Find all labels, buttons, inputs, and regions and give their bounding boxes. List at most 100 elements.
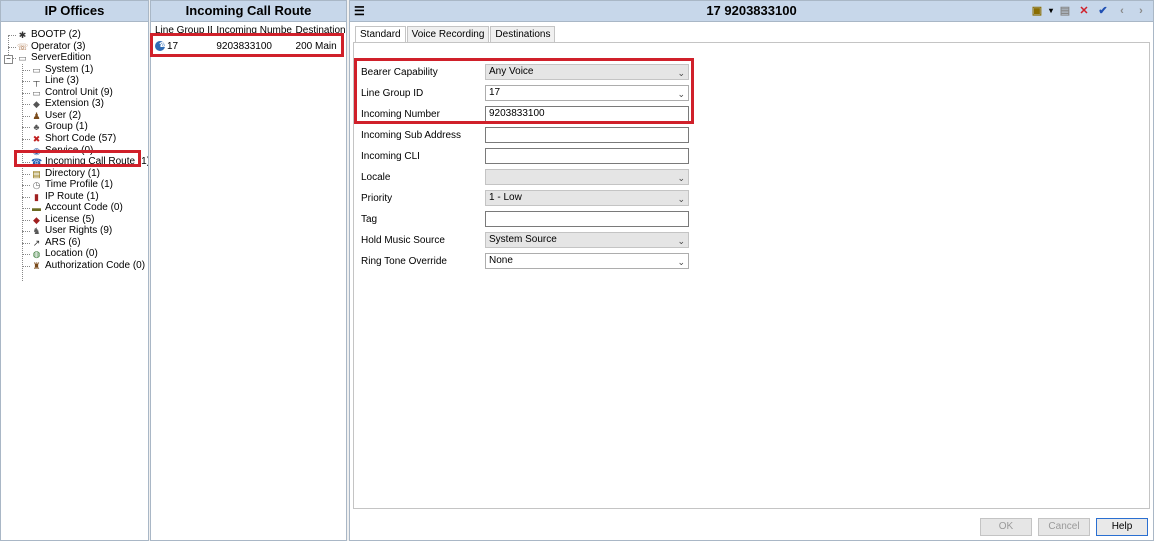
tree-item-control-unit[interactable]: ▭ Control Unit (9) (31, 87, 113, 99)
tree-connector (22, 254, 30, 256)
export-icon[interactable]: ▤ (1057, 3, 1073, 19)
cancel-button[interactable]: Cancel (1038, 518, 1090, 536)
tree-item-label: Authorization Code (0) (45, 260, 146, 271)
field-row-locale: Locale ⌄ (361, 168, 691, 186)
column-header-incoming-number[interactable]: Incoming Number (212, 25, 291, 37)
ars-icon: ↗ (32, 237, 41, 248)
previous-icon[interactable]: ‹ (1114, 3, 1130, 19)
column-header-destination[interactable]: Destination (292, 25, 346, 37)
tree-item-location[interactable]: ◍ Location (0) (31, 248, 98, 260)
tree-item-label: ServerEdition (31, 52, 92, 64)
tree-item-time-profile[interactable]: ◷ Time Profile (1) (31, 179, 113, 191)
ip-offices-pane: IP Offices ✱ BOOTP (2) ☏ Operator (3) ▭ Serve… (0, 0, 149, 541)
tab-voice-recording[interactable]: Voice Recording (406, 26, 490, 43)
standard-form: Bearer Capability Any Voice ⌄ Line Group ID… (353, 42, 1150, 509)
details-title: 17 9203833100 (706, 3, 797, 18)
ring-tone-override-value: None (489, 255, 513, 266)
priority-select[interactable]: 1 - Low ⌄ (485, 190, 689, 206)
line-group-id-value: 17 (489, 87, 501, 98)
field-row-incoming-cli: Incoming CLI (361, 147, 691, 165)
tree-item-label: Location (0) (45, 248, 98, 260)
incoming-cli-input[interactable] (485, 148, 689, 164)
locale-label: Locale (361, 171, 391, 183)
delete-icon[interactable]: ✕ (1076, 3, 1092, 19)
chevron-down-icon[interactable]: ⌄ (677, 234, 685, 248)
hold-music-source-select[interactable]: System Source ⌄ (485, 232, 689, 248)
field-row-incoming-number: Incoming Number 9203833100 (361, 105, 691, 123)
line-group-id-select[interactable]: 17 ⌄ (485, 85, 689, 101)
locale-select[interactable]: ⌄ (485, 169, 689, 185)
dropdown-arrow-icon[interactable]: ▾ (1048, 3, 1054, 19)
user-icon: ♟ (32, 110, 41, 121)
tree-item-label: User Rights (9) (45, 225, 113, 237)
tree-item-ip-route[interactable]: ▮ IP Route (1) (31, 191, 99, 203)
incoming-number-label: Incoming Number (361, 108, 440, 120)
help-button[interactable]: Help (1096, 518, 1148, 536)
tree-item-group[interactable]: ♣ Group (1) (31, 121, 88, 133)
collapse-icon[interactable]: − (4, 55, 13, 64)
tree-item-incoming-call-route[interactable]: ☎ Incoming Call Route (1) (31, 156, 148, 168)
tree-item-extension[interactable]: ◆ Extension (3) (31, 98, 104, 110)
tree-item-user[interactable]: ♟ User (2) (31, 110, 81, 122)
tree-connector (8, 35, 16, 36)
tree-item-line[interactable]: ┬ Line (3) (31, 75, 79, 87)
field-row-priority: Priority 1 - Low ⌄ (361, 189, 691, 207)
field-row-tag: Tag (361, 210, 691, 228)
tree-item-label: Extension (3) (45, 98, 104, 110)
next-icon[interactable]: › (1133, 3, 1149, 19)
tree-item-license[interactable]: ◆ License (5) (31, 214, 94, 226)
tree-item-user-rights[interactable]: ♞ User Rights (9) (31, 225, 112, 237)
incoming-sub-address-input[interactable] (485, 127, 689, 143)
chevron-down-icon[interactable]: ⌄ (677, 171, 685, 185)
chevron-down-icon[interactable]: ⌄ (677, 66, 685, 80)
incoming-number-value: 9203833100 (489, 108, 545, 119)
tree-connector (22, 64, 23, 281)
tree-item-account-code[interactable]: ▬ Account Code (0) (31, 202, 123, 214)
field-row-line-group-id: Line Group ID 17 ⌄ (361, 84, 691, 102)
tree-item-label: Directory (1) (45, 167, 101, 179)
ok-button[interactable]: OK (980, 518, 1032, 536)
tree-connector (22, 150, 30, 152)
tree-item-system[interactable]: ▭ System (1) (31, 64, 93, 76)
tree-item-label: License (5) (45, 213, 95, 225)
tree-connector (22, 115, 30, 117)
tree-connector (22, 185, 30, 187)
tree-item-directory[interactable]: ▤ Directory (1) (31, 168, 100, 180)
tree-item-operator[interactable]: ☏ Operator (3) (17, 41, 85, 53)
validate-icon[interactable]: ✔ (1095, 3, 1111, 19)
list-row[interactable]: ☎ 17 9203833100 200 Main (151, 39, 346, 53)
tree-item-short-code[interactable]: ✖ Short Code (57) (31, 133, 116, 145)
license-icon: ◆ (33, 214, 40, 225)
tree-item-authorization-code[interactable]: ♜ Authorization Code (0) (31, 260, 145, 272)
chevron-down-icon[interactable]: ⌄ (677, 255, 685, 269)
tree-item-ars[interactable]: ↗ ARS (6) (31, 237, 81, 249)
tag-input[interactable] (485, 211, 689, 227)
user-rights-icon: ♞ (32, 226, 41, 237)
row-incoming-number: 9203833100 (216, 40, 272, 52)
bearer-capability-select[interactable]: Any Voice ⌄ (485, 64, 689, 80)
ip-route-icon: ▮ (34, 191, 39, 202)
short-code-icon: ✖ (32, 133, 41, 144)
tree-item-server[interactable]: ▭ ServerEdition (17, 52, 91, 64)
row-line-group-id: 17 (167, 40, 179, 52)
column-header-line-group-id[interactable]: Line Group ID (151, 25, 212, 37)
chevron-down-icon[interactable]: ⌄ (677, 192, 685, 206)
bearer-capability-value: Any Voice (489, 66, 534, 77)
tree-item-label: Line (3) (45, 75, 79, 87)
service-icon: ◉ (32, 145, 41, 156)
incoming-number-input[interactable]: 9203833100 (485, 106, 689, 122)
tree-item-service[interactable]: ◉ Service (0) (31, 145, 94, 157)
tab-destinations[interactable]: Destinations (490, 26, 556, 43)
new-record-icon[interactable]: ▣ (1029, 3, 1045, 19)
chevron-down-icon[interactable]: ⌄ (677, 87, 685, 101)
tree-connector (22, 266, 30, 267)
incoming-call-route-icon: ☎ (31, 157, 43, 168)
tree-connector (22, 81, 30, 83)
menu-icon[interactable]: ☰ (354, 3, 365, 19)
ring-tone-override-select[interactable]: None ⌄ (485, 253, 689, 269)
tree-connector (22, 231, 30, 233)
list-header: Line Group ID Incoming Number Destinatio… (151, 25, 346, 37)
tree-connector (8, 46, 16, 48)
tree-item-bootp[interactable]: ✱ BOOTP (2) (17, 29, 81, 41)
tree-connector (22, 196, 30, 198)
